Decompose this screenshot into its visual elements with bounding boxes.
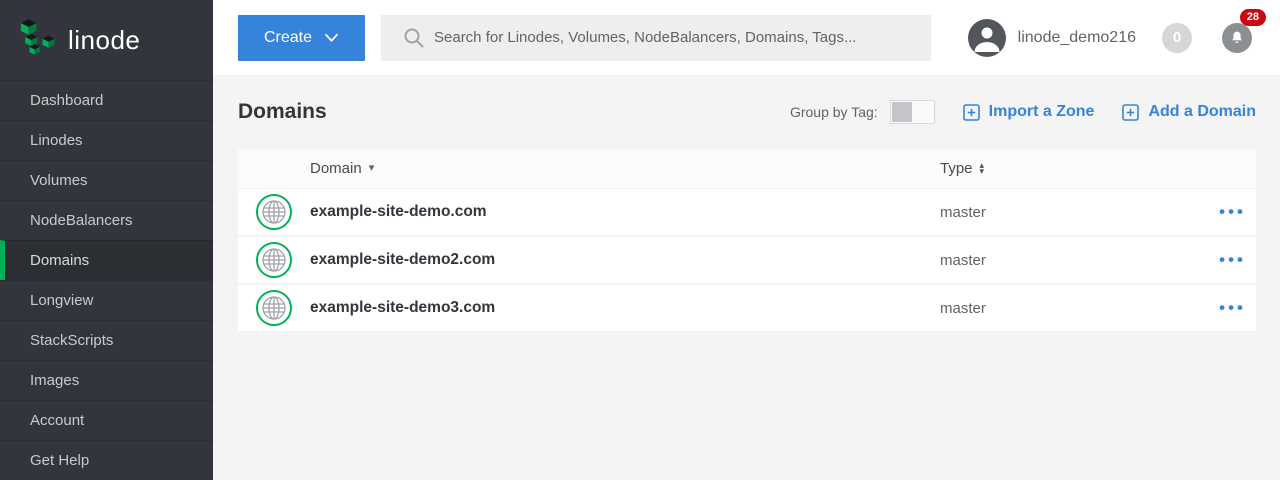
domain-type: master xyxy=(940,252,1210,269)
sidebar-item-stackscripts[interactable]: StackScripts xyxy=(0,320,213,360)
sidebar-item-volumes[interactable]: Volumes xyxy=(0,160,213,200)
group-by-tag-label: Group by Tag: xyxy=(790,104,878,120)
topbar: Create xyxy=(213,0,1280,75)
domains-page: Domains Group by Tag: xyxy=(213,75,1280,480)
globe-icon xyxy=(261,247,287,273)
row-actions-menu-button[interactable]: ••• xyxy=(1219,298,1246,317)
domain-status-ring xyxy=(256,194,292,230)
search-icon xyxy=(403,27,424,48)
sort-desc-glyph: ▾ xyxy=(980,169,985,175)
page-header: Domains Group by Tag: xyxy=(238,75,1256,149)
row-actions-menu-button[interactable]: ••• xyxy=(1219,202,1246,221)
sidebar-item-linodes[interactable]: Linodes xyxy=(0,120,213,160)
app-window: linode Dashboard Linodes Volumes NodeBal… xyxy=(0,0,1280,480)
domain-type: master xyxy=(940,204,1210,221)
search-input[interactable] xyxy=(434,29,917,46)
domain-header-label: Domain xyxy=(310,160,362,177)
page-toolbar: Group by Tag: Import a Zone xyxy=(790,100,1256,124)
type-header-label: Type xyxy=(940,160,973,177)
notifications-button[interactable]: 28 xyxy=(1222,23,1252,53)
group-by-tag-toggle[interactable] xyxy=(890,100,935,124)
page-title: Domains xyxy=(238,100,327,124)
notification-count-badge: 28 xyxy=(1240,9,1266,26)
row-actions-menu-button[interactable]: ••• xyxy=(1219,250,1246,269)
sidebar-item-account[interactable]: Account xyxy=(0,400,213,440)
user-menu[interactable]: linode_demo216 xyxy=(968,19,1136,57)
globe-icon xyxy=(261,295,287,321)
logo-text: linode xyxy=(68,25,140,56)
domain-status-ring xyxy=(256,290,292,326)
domain-name: example-site-demo3.com xyxy=(310,299,940,317)
table-header-row: Domain ▾ Type ▴ ▾ xyxy=(238,149,1256,189)
sidebar-item-dashboard[interactable]: Dashboard xyxy=(0,80,213,120)
chevron-down-icon xyxy=(324,33,339,43)
sidebar-nav: Dashboard Linodes Volumes NodeBalancers … xyxy=(0,80,213,480)
plus-square-icon xyxy=(1122,104,1139,121)
table-row[interactable]: example-site-demo.com master ••• xyxy=(238,189,1256,237)
sidebar: linode Dashboard Linodes Volumes NodeBal… xyxy=(0,0,213,480)
import-zone-link[interactable]: Import a Zone xyxy=(963,103,1095,121)
table-row[interactable]: example-site-demo2.com master ••• xyxy=(238,237,1256,285)
import-zone-label: Import a Zone xyxy=(989,103,1095,121)
globe-icon xyxy=(261,199,287,225)
sort-both-icon: ▴ ▾ xyxy=(980,163,985,174)
sidebar-item-domains[interactable]: Domains xyxy=(0,240,213,280)
group-by-tag: Group by Tag: xyxy=(790,100,935,124)
plus-square-icon xyxy=(963,104,980,121)
toggle-knob xyxy=(892,102,912,122)
community-count-badge[interactable]: 0 xyxy=(1162,23,1192,53)
domains-table: Domain ▾ Type ▴ ▾ xyxy=(238,149,1256,333)
linode-logo-icon xyxy=(20,19,58,61)
row-icon-cell xyxy=(238,242,310,278)
bell-icon xyxy=(1229,30,1245,46)
row-icon-cell xyxy=(238,290,310,326)
create-button-label: Create xyxy=(264,29,312,47)
domain-status-ring xyxy=(256,242,292,278)
add-domain-label: Add a Domain xyxy=(1148,103,1256,121)
bell-circle xyxy=(1222,23,1252,53)
sidebar-item-images[interactable]: Images xyxy=(0,360,213,400)
sidebar-item-nodebalancers[interactable]: NodeBalancers xyxy=(0,200,213,240)
add-domain-link[interactable]: Add a Domain xyxy=(1122,103,1256,121)
domain-name: example-site-demo.com xyxy=(310,203,940,221)
row-icon-cell xyxy=(238,194,310,230)
sidebar-item-longview[interactable]: Longview xyxy=(0,280,213,320)
linode-logo[interactable]: linode xyxy=(0,0,213,80)
table-row[interactable]: example-site-demo3.com master ••• xyxy=(238,285,1256,333)
sidebar-item-get-help[interactable]: Get Help xyxy=(0,440,213,480)
main-column: Create xyxy=(213,0,1280,480)
username-label: linode_demo216 xyxy=(1018,29,1136,47)
domain-name: example-site-demo2.com xyxy=(310,251,940,269)
column-header-type[interactable]: Type ▴ ▾ xyxy=(940,160,1210,177)
avatar xyxy=(968,19,1006,57)
domain-type: master xyxy=(940,300,1210,317)
search-bar[interactable] xyxy=(381,15,931,61)
create-button[interactable]: Create xyxy=(238,15,365,61)
column-header-domain[interactable]: Domain ▾ xyxy=(310,160,940,177)
sort-desc-icon: ▾ xyxy=(369,163,375,174)
